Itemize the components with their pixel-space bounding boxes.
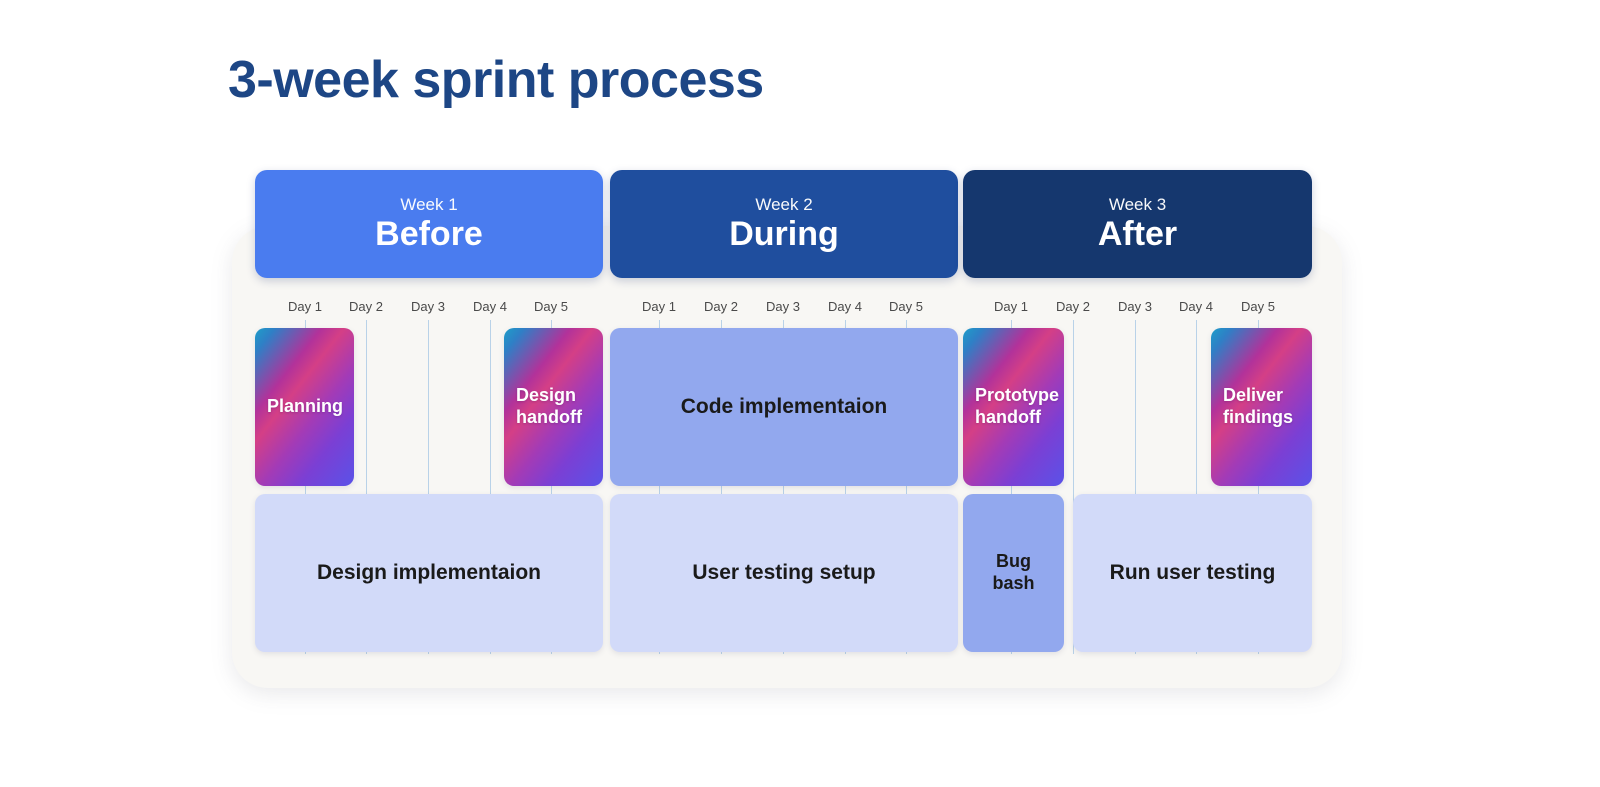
week-number-label: Week 2 <box>755 195 813 215</box>
week-phase-label: After <box>1097 215 1178 254</box>
task-bar-planning[interactable]: Planning <box>255 328 354 486</box>
task-bar-design-implementation[interactable]: Design implementaion <box>255 494 603 652</box>
day-label: Day 1 <box>288 299 322 314</box>
day-label: Day 2 <box>349 299 383 314</box>
page-title: 3-week sprint process <box>228 51 764 109</box>
week-number-label: Week 3 <box>1108 195 1167 215</box>
day-label: Day 5 <box>889 299 923 314</box>
task-bar-user-testing-setup[interactable]: User testing setup <box>610 494 958 652</box>
task-bar-design-handoff[interactable]: Design handoff <box>504 328 603 486</box>
task-label: Prototype handoff <box>975 385 1060 427</box>
task-label: Deliver findings <box>1223 385 1293 427</box>
task-bar-deliver-findings[interactable]: Deliver findings <box>1211 328 1312 486</box>
task-bar-prototype-handoff[interactable]: Prototype handoff <box>963 328 1064 486</box>
task-label: Planning <box>267 396 343 417</box>
day-label: Day 1 <box>642 299 676 314</box>
task-label: User testing setup <box>692 561 876 585</box>
task-bar-code-implementation[interactable]: Code implementaion <box>610 328 958 486</box>
task-bar-bug-bash[interactable]: Bug bash <box>963 494 1064 652</box>
week-header-1[interactable]: Week 1 Before <box>255 170 603 278</box>
day-label: Day 4 <box>473 299 507 314</box>
day-label: Day 1 <box>994 299 1028 314</box>
task-label: Run user testing <box>1109 561 1276 585</box>
task-label: Code implementaion <box>680 395 888 419</box>
task-bar-run-user-testing[interactable]: Run user testing <box>1073 494 1312 652</box>
task-label: Design handoff <box>516 385 582 427</box>
task-label: Design implementaion <box>316 561 542 585</box>
day-label: Day 3 <box>1118 299 1152 314</box>
task-label: Bug bash <box>992 551 1035 593</box>
day-label: Day 5 <box>534 299 568 314</box>
day-label: Day 4 <box>1179 299 1213 314</box>
day-label: Day 2 <box>704 299 738 314</box>
week-phase-label: During <box>729 215 839 254</box>
day-label: Day 5 <box>1241 299 1275 314</box>
sprint-timeline-page: 3-week sprint process Week 1 Before Week… <box>0 0 1600 787</box>
day-label: Day 3 <box>411 299 445 314</box>
week-number-label: Week 1 <box>400 195 458 215</box>
week-phase-label: Before <box>375 215 483 254</box>
week-header-3[interactable]: Week 3 After <box>963 170 1312 278</box>
day-label: Day 2 <box>1056 299 1090 314</box>
week-header-2[interactable]: Week 2 During <box>610 170 958 278</box>
day-label: Day 4 <box>828 299 862 314</box>
day-label: Day 3 <box>766 299 800 314</box>
